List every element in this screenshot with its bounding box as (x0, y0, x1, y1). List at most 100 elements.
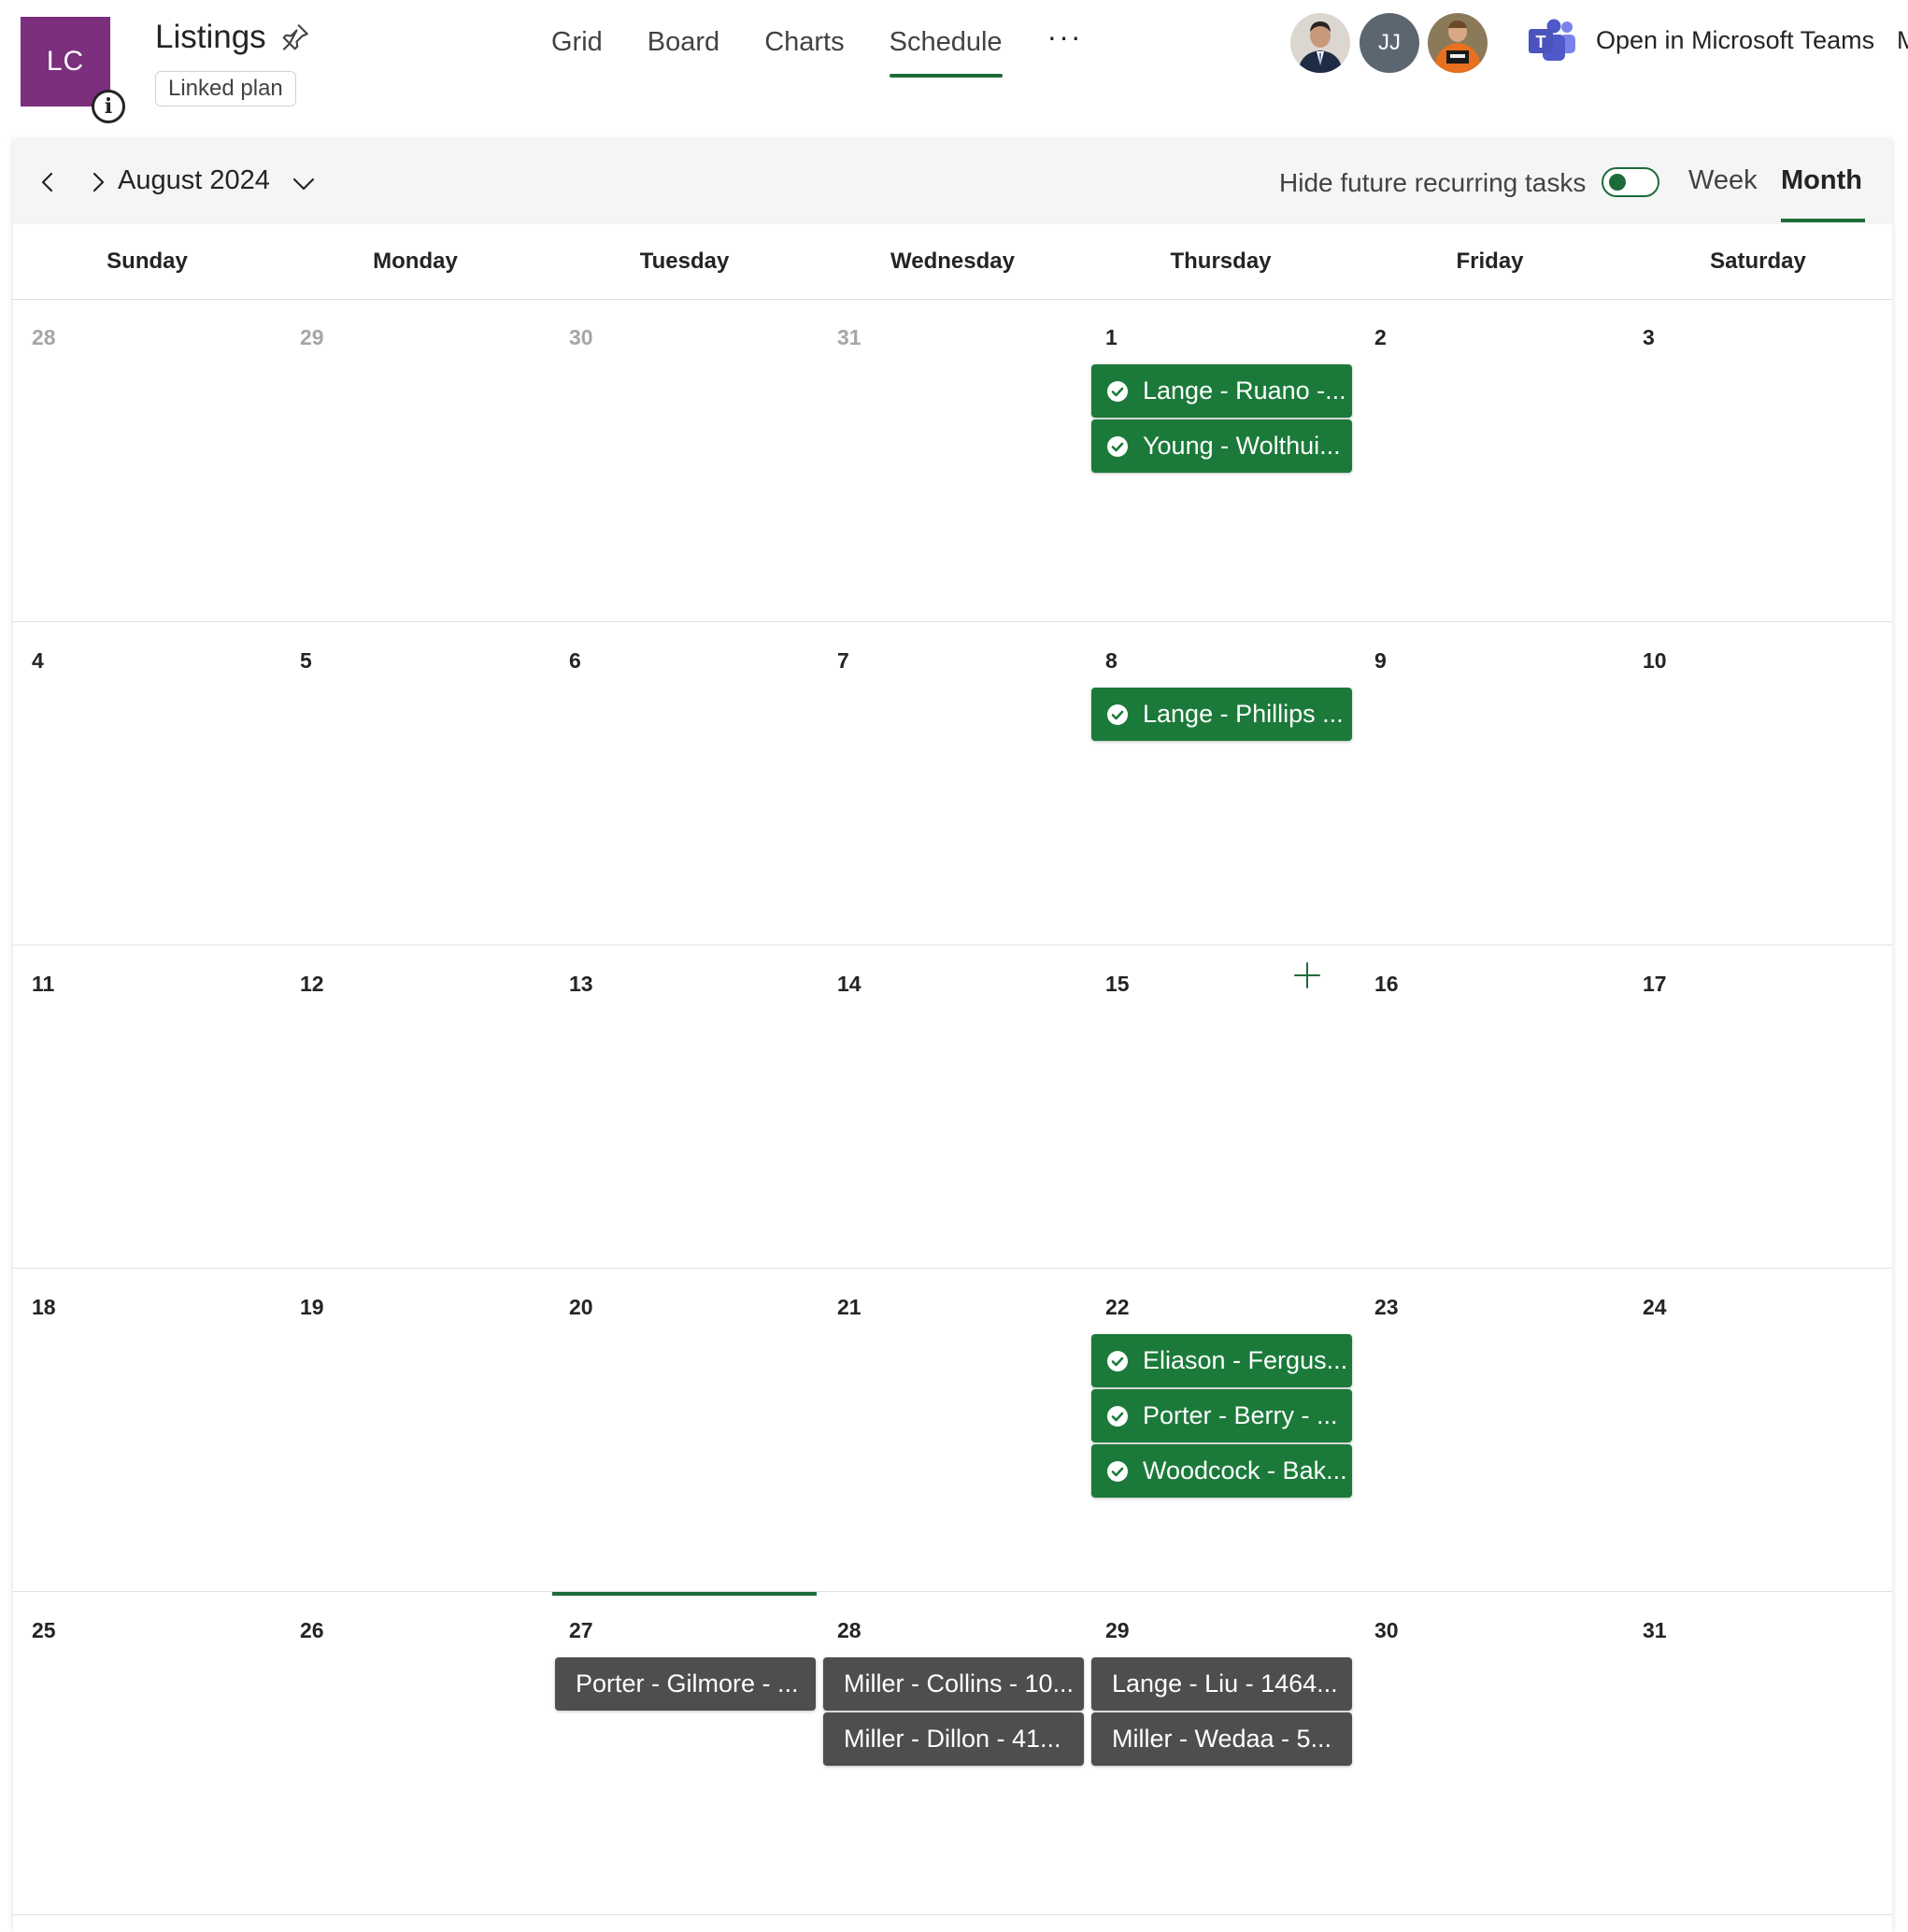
chevron-right-icon[interactable] (84, 166, 112, 198)
view-tabs: Grid Board Charts Schedule ··· (551, 0, 1128, 84)
calendar-day-cell[interactable]: 9 (1356, 622, 1624, 945)
tab-grid[interactable]: Grid (551, 0, 603, 84)
calendar-day-cell[interactable]: 12 (281, 945, 549, 1268)
avatar-member-1[interactable] (1290, 13, 1350, 73)
calendar-day-cell[interactable]: 8 Lange - Phillips ... (1087, 622, 1355, 945)
day-number: 13 (569, 972, 593, 996)
calendar-day-cell[interactable]: 19 (281, 1269, 549, 1591)
calendar-day-cell[interactable]: 21 (819, 1269, 1087, 1591)
calendar-toolbar: August 2024 Hide future recurring tasks … (13, 140, 1892, 224)
calendar-day-cell[interactable]: 28 (13, 299, 281, 621)
calendar-day-cell[interactable]: 6 (550, 622, 819, 945)
tab-schedule[interactable]: Schedule (889, 0, 1003, 84)
calendar-day-cell[interactable]: 27 Porter - Gilmore - ... (550, 1592, 819, 1914)
chevron-down-icon[interactable] (290, 170, 318, 198)
day-number: 21 (837, 1295, 861, 1319)
day-number: 19 (300, 1295, 324, 1319)
calendar-day-cell[interactable]: 15 (1087, 945, 1355, 1268)
tab-charts[interactable]: Charts (764, 0, 844, 84)
task-card[interactable]: Lange - Liu - 1464... (1091, 1657, 1352, 1711)
task-card[interactable]: Porter - Berry - ... (1091, 1389, 1352, 1442)
avatar-member-2[interactable]: JJ (1360, 13, 1419, 73)
day-number: 24 (1643, 1295, 1667, 1319)
calendar-day-cell[interactable]: 4 (13, 622, 281, 945)
chevron-left-icon[interactable] (34, 166, 62, 198)
plan-header: LC i Listings Linked plan Grid Board Cha… (0, 0, 1908, 140)
hide-recurring-toggle[interactable] (1602, 167, 1659, 197)
calendar-day-cell[interactable]: 18 (13, 1269, 281, 1591)
calendar-day-cell[interactable]: 22 Eliason - Fergus... Porter - Berry - ..… (1087, 1269, 1355, 1591)
calendar-day-cell[interactable]: 31 (1624, 1592, 1892, 1914)
day-number: 2 (1374, 325, 1387, 349)
view-week-button[interactable]: Week (1688, 165, 1758, 196)
microsoft-teams-icon[interactable]: T (1527, 19, 1577, 65)
calendar-day-cell[interactable]: 30 (1356, 1592, 1624, 1914)
linked-plan-badge[interactable]: Linked plan (155, 71, 296, 107)
task-title: Miller - Dillon - 41... (844, 1725, 1061, 1753)
task-title: Porter - Berry - ... (1143, 1401, 1338, 1429)
pin-icon[interactable] (278, 21, 312, 54)
task-title: Woodcock - Bak... (1143, 1456, 1347, 1485)
day-number: 6 (569, 648, 581, 673)
week-row: 11 12 13 14 15 16 17 (13, 945, 1892, 1269)
task-title: Lange - Phillips ... (1143, 700, 1344, 728)
calendar-day-cell[interactable]: 1 Lange - Ruano -... Young - Wolthui... (1087, 299, 1355, 621)
calendar-day-cell[interactable]: 7 (819, 622, 1087, 945)
person-photo-icon (1428, 13, 1488, 73)
more-tabs-button[interactable]: ··· (1047, 0, 1083, 84)
truncated-header-item[interactable]: M (1897, 26, 1908, 55)
calendar-day-cell[interactable]: 2 (1356, 299, 1624, 621)
task-card[interactable]: Miller - Dillon - 41... (823, 1712, 1084, 1766)
calendar-day-cell[interactable]: 29 (281, 299, 549, 621)
open-in-teams-link[interactable]: Open in Microsoft Teams (1596, 26, 1874, 55)
calendar-day-cell[interactable]: 23 (1356, 1269, 1624, 1591)
week-row: 25 26 27 Porter - Gilmore - ... 28 Miller - C… (13, 1592, 1892, 1915)
task-card[interactable]: Lange - Phillips ... (1091, 688, 1352, 741)
calendar-day-cell[interactable]: 16 (1356, 945, 1624, 1268)
view-month-button[interactable]: Month (1781, 165, 1862, 196)
current-month-label[interactable]: August 2024 (118, 165, 270, 196)
calendar-day-cell[interactable]: 20 (550, 1269, 819, 1591)
info-icon[interactable]: i (92, 90, 125, 123)
task-card[interactable]: Miller - Collins - 10... (823, 1657, 1084, 1711)
calendar-day-cell[interactable]: 17 (1624, 945, 1892, 1268)
avatar-member-3[interactable] (1428, 13, 1488, 73)
day-number: 5 (300, 648, 312, 673)
tab-board[interactable]: Board (648, 0, 719, 84)
day-number: 26 (300, 1618, 324, 1642)
calendar-day-cell[interactable]: 3 (1624, 299, 1892, 621)
task-card[interactable]: Young - Wolthui... (1091, 419, 1352, 473)
task-title: Eliason - Fergus... (1143, 1346, 1348, 1374)
weekday-tuesday: Tuesday (639, 249, 730, 274)
task-card[interactable]: Lange - Ruano -... (1091, 364, 1352, 418)
day-number: 18 (32, 1295, 56, 1319)
add-task-icon[interactable] (1292, 960, 1322, 990)
day-number: 16 (1374, 972, 1399, 996)
task-card[interactable]: Eliason - Fergus... (1091, 1334, 1352, 1387)
weekday-friday: Friday (1456, 249, 1524, 274)
completed-check-icon (1106, 380, 1143, 403)
calendar-day-cell[interactable]: 5 (281, 622, 549, 945)
task-card[interactable]: Miller - Wedaa - 5... (1091, 1712, 1352, 1766)
task-card[interactable]: Woodcock - Bak... (1091, 1444, 1352, 1498)
calendar-day-cell[interactable]: 30 (550, 299, 819, 621)
calendar-day-cell[interactable]: 14 (819, 945, 1087, 1268)
svg-text:T: T (1536, 33, 1546, 51)
calendar-day-cell[interactable]: 13 (550, 945, 819, 1268)
calendar-day-cell[interactable]: 24 (1624, 1269, 1892, 1591)
day-number: 17 (1643, 972, 1667, 996)
calendar-day-cell[interactable]: 25 (13, 1592, 281, 1914)
calendar-day-cell[interactable]: 31 (819, 299, 1087, 621)
schedule-calendar: August 2024 Hide future recurring tasks … (13, 140, 1892, 1932)
calendar-day-cell[interactable]: 29 Lange - Liu - 1464... Miller - Wedaa - … (1087, 1592, 1355, 1914)
calendar-day-cell[interactable]: 26 (281, 1592, 549, 1914)
plan-title[interactable]: Listings (155, 19, 266, 56)
task-card[interactable]: Porter - Gilmore - ... (555, 1657, 816, 1711)
day-number: 4 (32, 648, 44, 673)
weekday-header-row: Sunday Monday Tuesday Wednesday Thursday Frid… (13, 224, 1892, 300)
avatar-initials: JJ (1378, 30, 1401, 55)
hide-recurring-label: Hide future recurring tasks (1279, 168, 1587, 197)
calendar-day-cell[interactable]: 10 (1624, 622, 1892, 945)
calendar-day-cell[interactable]: 28 Miller - Collins - 10... Miller - Dillo… (819, 1592, 1087, 1914)
calendar-day-cell[interactable]: 11 (13, 945, 281, 1268)
